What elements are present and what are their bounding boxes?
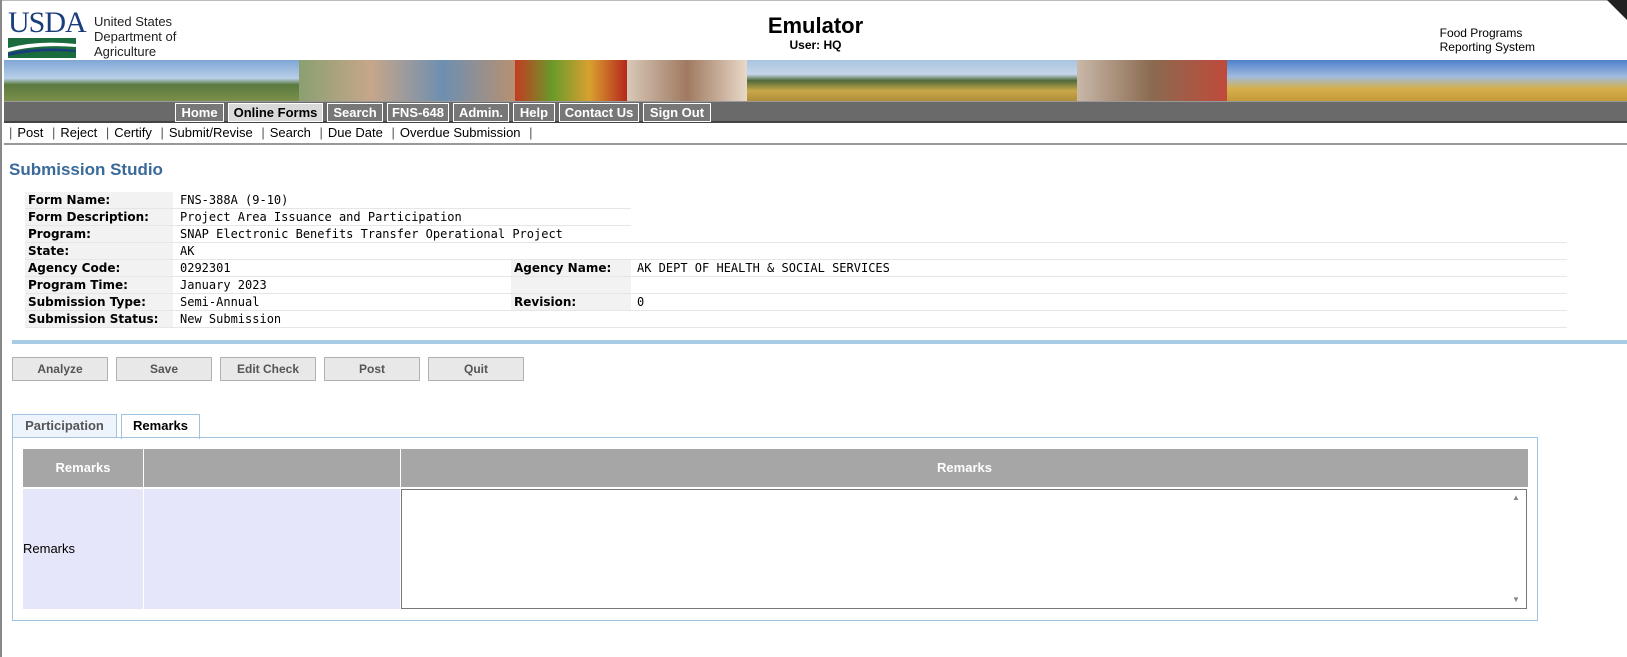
nav-home[interactable]: Home [175, 103, 224, 122]
remarks-row-blank-cell [144, 489, 400, 609]
subnav-certify[interactable]: Certify [114, 125, 152, 140]
form-name-label: Form Name: [25, 192, 173, 208]
analyze-button[interactable]: Analyze [12, 357, 108, 381]
tab-remarks[interactable]: Remarks [121, 414, 200, 439]
post-button[interactable]: Post [324, 357, 420, 381]
system-name: Food Programs Reporting System [1440, 26, 1535, 54]
subnav-post[interactable]: Post [17, 125, 43, 140]
info-row-submission-status: Submission Status: New Submission [25, 311, 1567, 328]
banner-shopper-image [1077, 60, 1227, 101]
subnav-reject[interactable]: Reject [60, 125, 97, 140]
revision-value: 0 [637, 295, 645, 309]
banner-family-image [299, 60, 515, 101]
nav-contact-us[interactable]: Contact Us [559, 103, 639, 122]
submission-status-label: Submission Status: [25, 311, 173, 327]
nav-search[interactable]: Search [327, 103, 383, 122]
app-title: Emulator [767, 13, 864, 38]
tab-participation[interactable]: Participation [12, 414, 117, 438]
blank-label-cell [511, 277, 631, 293]
save-button[interactable]: Save [116, 357, 212, 381]
remarks-col1-header: Remarks [23, 449, 143, 487]
remarks-textarea[interactable] [401, 489, 1527, 609]
user-label: User: HQ [789, 38, 842, 52]
agency-code-label: Agency Code: [25, 260, 173, 276]
revision-label: Revision: [511, 294, 631, 310]
system-line-1: Food Programs [1439, 26, 1523, 40]
remarks-col3-header: Remarks [401, 449, 1528, 487]
form-description-value: Project Area Issuance and Participation [180, 210, 462, 224]
sub-nav: | Post | Reject | Certify | Submit/Revise | S… [4, 123, 1627, 145]
submission-type-label: Submission Type: [25, 294, 173, 310]
nav-online-forms[interactable]: Online Forms [228, 103, 323, 122]
agency-name-label: Agency Name: [511, 260, 631, 276]
agency-name-value: AK DEPT OF HEALTH & SOCIAL SERVICES [637, 261, 890, 275]
program-value: SNAP Electronic Benefits Transfer Operat… [180, 227, 563, 241]
state-label: State: [25, 243, 173, 259]
banner-women-image [627, 60, 747, 101]
submission-type-value: Semi-Annual [180, 295, 260, 309]
banner-farm-image [4, 60, 299, 101]
section-divider [12, 340, 1627, 344]
program-label: Program: [25, 226, 173, 242]
page-title: Submission Studio [9, 160, 163, 179]
nav-admin[interactable]: Admin. [453, 103, 509, 122]
info-row-agency: Agency Code: 0292301 Agency Name: AK DEP… [25, 260, 1567, 277]
remarks-row-label: Remarks [23, 489, 143, 609]
nav-fns-648[interactable]: FNS-648 [387, 103, 449, 122]
edit-check-button[interactable]: Edit Check [220, 357, 316, 381]
banner-wheat-image [1227, 60, 1627, 101]
nav-sign-out[interactable]: Sign Out [643, 103, 711, 122]
header: USDA United States Department of Agricul… [4, 4, 1627, 60]
app-title-block: Emulator User: HQ [4, 13, 1627, 53]
program-time-label: Program Time: [25, 277, 173, 293]
info-row-form-description: Form Description: Project Area Issuance … [25, 209, 631, 226]
program-time-value: January 2023 [180, 278, 267, 292]
submission-status-value: New Submission [180, 312, 282, 326]
agency-code-value: 0292301 [180, 261, 231, 275]
banner-field-image [747, 60, 1077, 101]
remarks-col2-header [144, 449, 400, 487]
subnav-due-date[interactable]: Due Date [328, 125, 383, 140]
nav-help[interactable]: Help [513, 103, 555, 122]
state-value: AK [180, 244, 195, 258]
info-row-form-name: Form Name: FNS-388A (9-10) [25, 192, 631, 209]
banner-produce-image [515, 60, 627, 101]
quit-button[interactable]: Quit [428, 357, 524, 381]
info-row-program-time: Program Time: January 2023 [25, 277, 1567, 294]
subnav-search[interactable]: Search [270, 125, 311, 140]
subnav-overdue-submission[interactable]: Overdue Submission [400, 125, 521, 140]
photo-banner [4, 60, 1627, 101]
form-description-label: Form Description: [25, 209, 173, 225]
form-name-value: FNS-388A (9-10) [180, 193, 289, 207]
main-nav: Home Online Forms Search FNS-648 Admin. … [4, 101, 1627, 123]
info-row-state: State: AK [25, 243, 1567, 260]
info-row-submission-type: Submission Type: Semi-Annual Revision: 0 [25, 294, 1567, 311]
info-row-program: Program: SNAP Electronic Benefits Transf… [25, 226, 1567, 243]
system-line-2: Reporting System [1439, 40, 1535, 54]
subnav-submit-revise[interactable]: Submit/Revise [169, 125, 253, 140]
